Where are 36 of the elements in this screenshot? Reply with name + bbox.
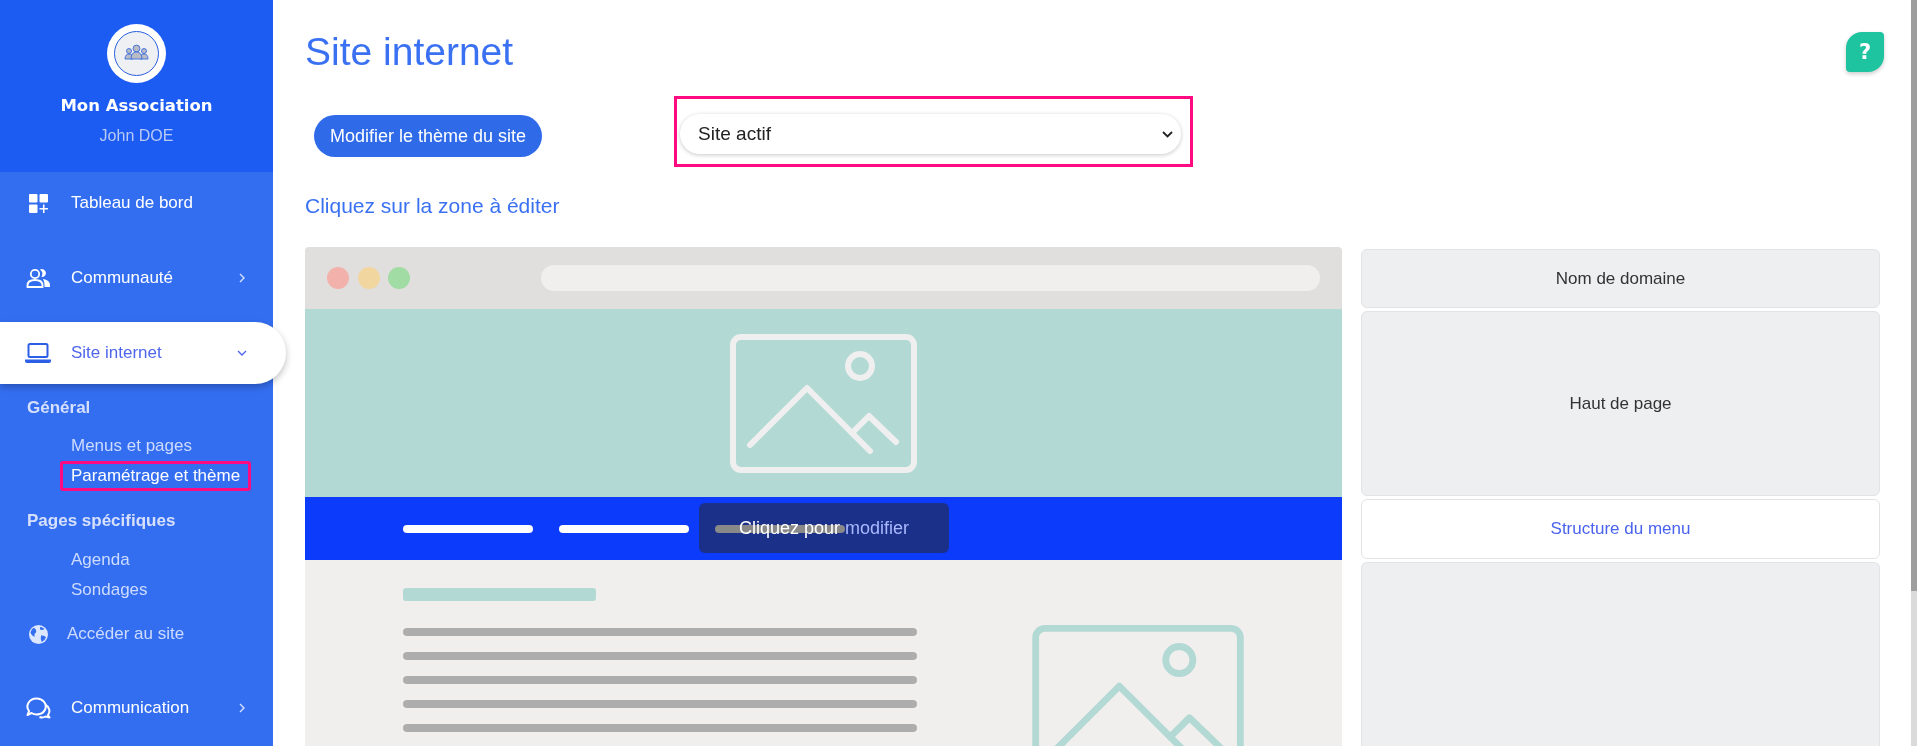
- submenu-link[interactable]: Menus et pages: [60, 431, 203, 461]
- zone-card[interactable]: Structure du menu: [1361, 499, 1880, 559]
- hero-banner[interactable]: [305, 309, 1342, 497]
- sidebar-item[interactable]: Tableau de bord: [0, 172, 273, 234]
- content-area[interactable]: [305, 560, 1342, 746]
- window-control-icon: [327, 267, 349, 289]
- zone-card[interactable]: Nom de domaine: [1361, 249, 1880, 308]
- submenu-link[interactable]: Paramétrage et thème: [60, 461, 252, 491]
- submenu-link[interactable]: Sondages: [60, 575, 159, 605]
- sidebar-link[interactable]: Accéder au site: [0, 619, 185, 649]
- chat-bubbles-icon: [25, 697, 51, 719]
- grid-plus-icon: [28, 193, 48, 213]
- image-placeholder-icon: [730, 333, 917, 473]
- theme-button[interactable]: Modifier le thème du site: [314, 115, 543, 157]
- zone-card[interactable]: [1361, 562, 1880, 746]
- image-placeholder-icon: [1032, 625, 1244, 746]
- submenu-heading: Général: [26, 397, 92, 419]
- submenu-link[interactable]: Agenda: [60, 545, 141, 575]
- globe-icon: [29, 624, 48, 644]
- sidebar-item[interactable]: Communauté: [0, 247, 273, 309]
- window-control-icon: [357, 267, 380, 289]
- organization-name: Mon Association: [60, 95, 213, 117]
- user-name: John DOE: [99, 126, 174, 146]
- sidebar-item[interactable]: Communication: [0, 677, 273, 739]
- submenu-heading: Pages spécifiques: [26, 510, 177, 532]
- zone-card[interactable]: Haut de page: [1361, 311, 1880, 496]
- edit-hint: Cliquez sur la zone à éditer: [305, 193, 560, 219]
- laptop-icon: [25, 343, 51, 363]
- group-logo-icon: [107, 24, 166, 83]
- sidebar-item[interactable]: Site internet: [0, 322, 286, 384]
- window-control-icon: [388, 267, 410, 289]
- users-icon: [25, 268, 51, 288]
- chevron-down-icon: [1162, 130, 1174, 138]
- scrollbar-thumb[interactable]: [1911, 0, 1917, 591]
- status-select[interactable]: Site actif: [680, 114, 1182, 154]
- page-title: Site internet: [305, 29, 514, 75]
